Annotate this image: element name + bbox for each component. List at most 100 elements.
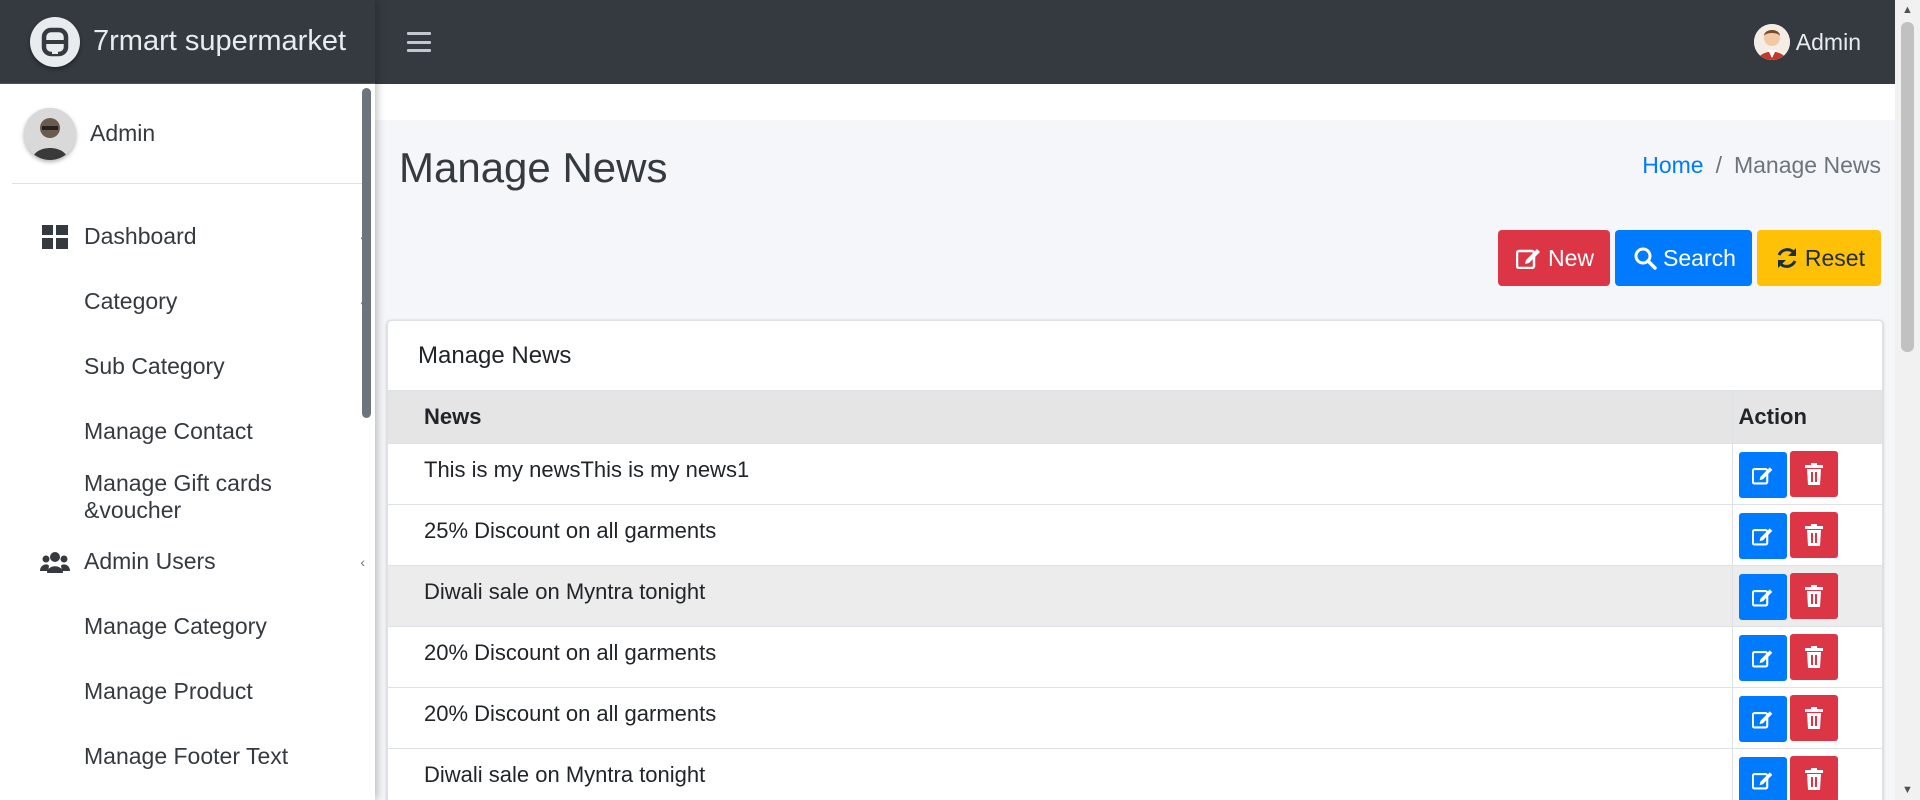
sidebar-item-manage-category[interactable]: Manage Category — [0, 594, 375, 659]
user-menu[interactable]: Admin — [1753, 24, 1861, 60]
new-button-label: New — [1548, 244, 1595, 271]
action-buttons: New Search Reset — [1498, 230, 1881, 286]
search-button-label: Search — [1663, 244, 1736, 271]
scroll-up-arrow-icon[interactable]: ▲ — [1895, 4, 1920, 16]
table-row: 20% Discount on all garments — [388, 625, 1882, 687]
reset-button-label: Reset — [1804, 244, 1865, 271]
trash-icon — [1804, 706, 1823, 729]
sidebar-item-label: Manage Product — [84, 678, 253, 704]
search-icon — [1633, 246, 1657, 270]
menu-toggle-icon[interactable] — [407, 32, 431, 52]
edit-icon — [1751, 710, 1772, 729]
sidebar-item-label: Manage Contact — [84, 418, 253, 444]
sidebar-item-label: Manage Category — [84, 613, 267, 639]
edit-icon — [1751, 649, 1772, 668]
page-title: Manage News — [399, 144, 668, 191]
brand-logo-icon — [30, 16, 80, 67]
sidebar-item-sub-category[interactable]: Sub Category — [0, 334, 375, 399]
table-row: 25% Discount on all garments — [388, 503, 1882, 565]
sidebar-item-label: Sub Category — [84, 353, 225, 379]
action-cell — [1731, 747, 1882, 800]
sidebar-item-manage-contact[interactable]: Manage Contact — [0, 399, 375, 464]
top-navbar: Admin — [375, 0, 1895, 84]
scroll-down-arrow-icon[interactable]: ▼ — [1895, 784, 1920, 796]
search-button[interactable]: Search — [1615, 230, 1752, 286]
edit-icon — [1751, 588, 1772, 607]
news-table: News Action This is my newsThis is my ne… — [388, 391, 1882, 800]
dashboard-grid-icon — [40, 224, 70, 250]
top-user-name: Admin — [1795, 28, 1861, 55]
delete-button[interactable] — [1789, 572, 1838, 619]
trash-icon — [1804, 767, 1823, 790]
trash-icon — [1804, 462, 1823, 485]
edit-icon — [1516, 247, 1542, 269]
sidebar-item-manage-product[interactable]: Manage Product — [0, 659, 375, 724]
delete-button[interactable] — [1789, 450, 1838, 497]
action-cell — [1731, 625, 1882, 687]
sidebar-item-label: Category — [84, 288, 178, 314]
edit-button[interactable] — [1738, 451, 1787, 498]
edit-button[interactable] — [1738, 695, 1787, 742]
trash-icon — [1804, 584, 1823, 607]
news-cell: Diwali sale on Myntra tonight — [388, 747, 1732, 800]
table-row: Diwali sale on Myntra tonight — [388, 564, 1882, 626]
news-cell: 25% Discount on all garments — [388, 503, 1732, 565]
reset-button[interactable]: Reset — [1756, 230, 1881, 286]
sidebar-item-manage-gift-cards[interactable]: Manage Gift cards &voucher — [0, 464, 375, 529]
user-name: Admin — [90, 120, 156, 146]
action-cell — [1731, 686, 1882, 748]
news-card: Manage News News Action This is my newsT… — [387, 320, 1883, 800]
table-row: This is my newsThis is my news1 — [388, 442, 1882, 504]
edit-icon — [1751, 771, 1772, 790]
brand-link[interactable]: 7rmart supermarket — [0, 0, 375, 84]
column-header-action: Action — [1731, 391, 1882, 443]
sidebar-item-category[interactable]: Category ‹ — [0, 269, 375, 334]
delete-button[interactable] — [1789, 511, 1838, 558]
action-cell — [1731, 564, 1882, 626]
sidebar: 7rmart supermarket Admin Dashboard ‹ Cat… — [0, 0, 375, 800]
delete-button[interactable] — [1789, 694, 1838, 741]
delete-button[interactable] — [1789, 633, 1838, 680]
sidebar-item-manage-footer-text[interactable]: Manage Footer Text — [0, 724, 375, 789]
scrollbar-thumb[interactable] — [1901, 22, 1914, 352]
content-top-strip — [375, 84, 1895, 120]
delete-button[interactable] — [1789, 755, 1838, 800]
column-header-news: News — [388, 391, 1732, 443]
sidebar-scrollbar[interactable] — [362, 88, 371, 418]
edit-button[interactable] — [1738, 573, 1787, 620]
page-scrollbar[interactable]: ▲ ▼ — [1895, 0, 1920, 800]
table-row: Diwali sale on Myntra tonight — [388, 747, 1882, 800]
breadcrumb: Home / Manage News — [1642, 152, 1881, 179]
sidebar-item-label: Manage Footer Text — [84, 743, 289, 769]
brand-name: 7rmart supermarket — [93, 25, 347, 57]
refresh-icon — [1775, 246, 1799, 270]
user-avatar — [24, 107, 76, 160]
sidebar-nav: Dashboard ‹ Category ‹ Sub Category Mana… — [0, 184, 375, 789]
sidebar-item-admin-users[interactable]: Admin Users ‹ — [0, 529, 375, 594]
trash-icon — [1804, 645, 1823, 668]
user-avatar-small — [1753, 24, 1790, 60]
breadcrumb-home-link[interactable]: Home — [1642, 152, 1703, 179]
trash-icon — [1804, 523, 1823, 546]
users-icon — [40, 549, 70, 575]
new-button[interactable]: New — [1498, 230, 1611, 286]
news-cell: This is my newsThis is my news1 — [388, 442, 1732, 504]
card-title: Manage News — [388, 321, 1882, 391]
edit-button[interactable] — [1738, 634, 1787, 681]
edit-button[interactable] — [1738, 512, 1787, 559]
news-cell: 20% Discount on all garments — [388, 625, 1732, 687]
edit-icon — [1751, 527, 1772, 546]
action-cell — [1731, 503, 1882, 565]
news-cell: 20% Discount on all garments — [388, 686, 1732, 748]
breadcrumb-separator: / — [1715, 152, 1722, 178]
action-cell — [1731, 442, 1882, 504]
edit-icon — [1751, 466, 1772, 485]
user-panel[interactable]: Admin — [12, 84, 363, 184]
chevron-left-icon: ‹ — [360, 553, 365, 570]
sidebar-item-dashboard[interactable]: Dashboard ‹ — [0, 204, 375, 269]
edit-button[interactable] — [1738, 756, 1787, 800]
sidebar-item-label: Admin Users — [84, 548, 216, 574]
sidebar-item-label: Dashboard — [84, 223, 197, 249]
sidebar-item-label: Manage Gift cards &voucher — [84, 469, 272, 523]
news-cell: Diwali sale on Myntra tonight — [388, 564, 1732, 626]
